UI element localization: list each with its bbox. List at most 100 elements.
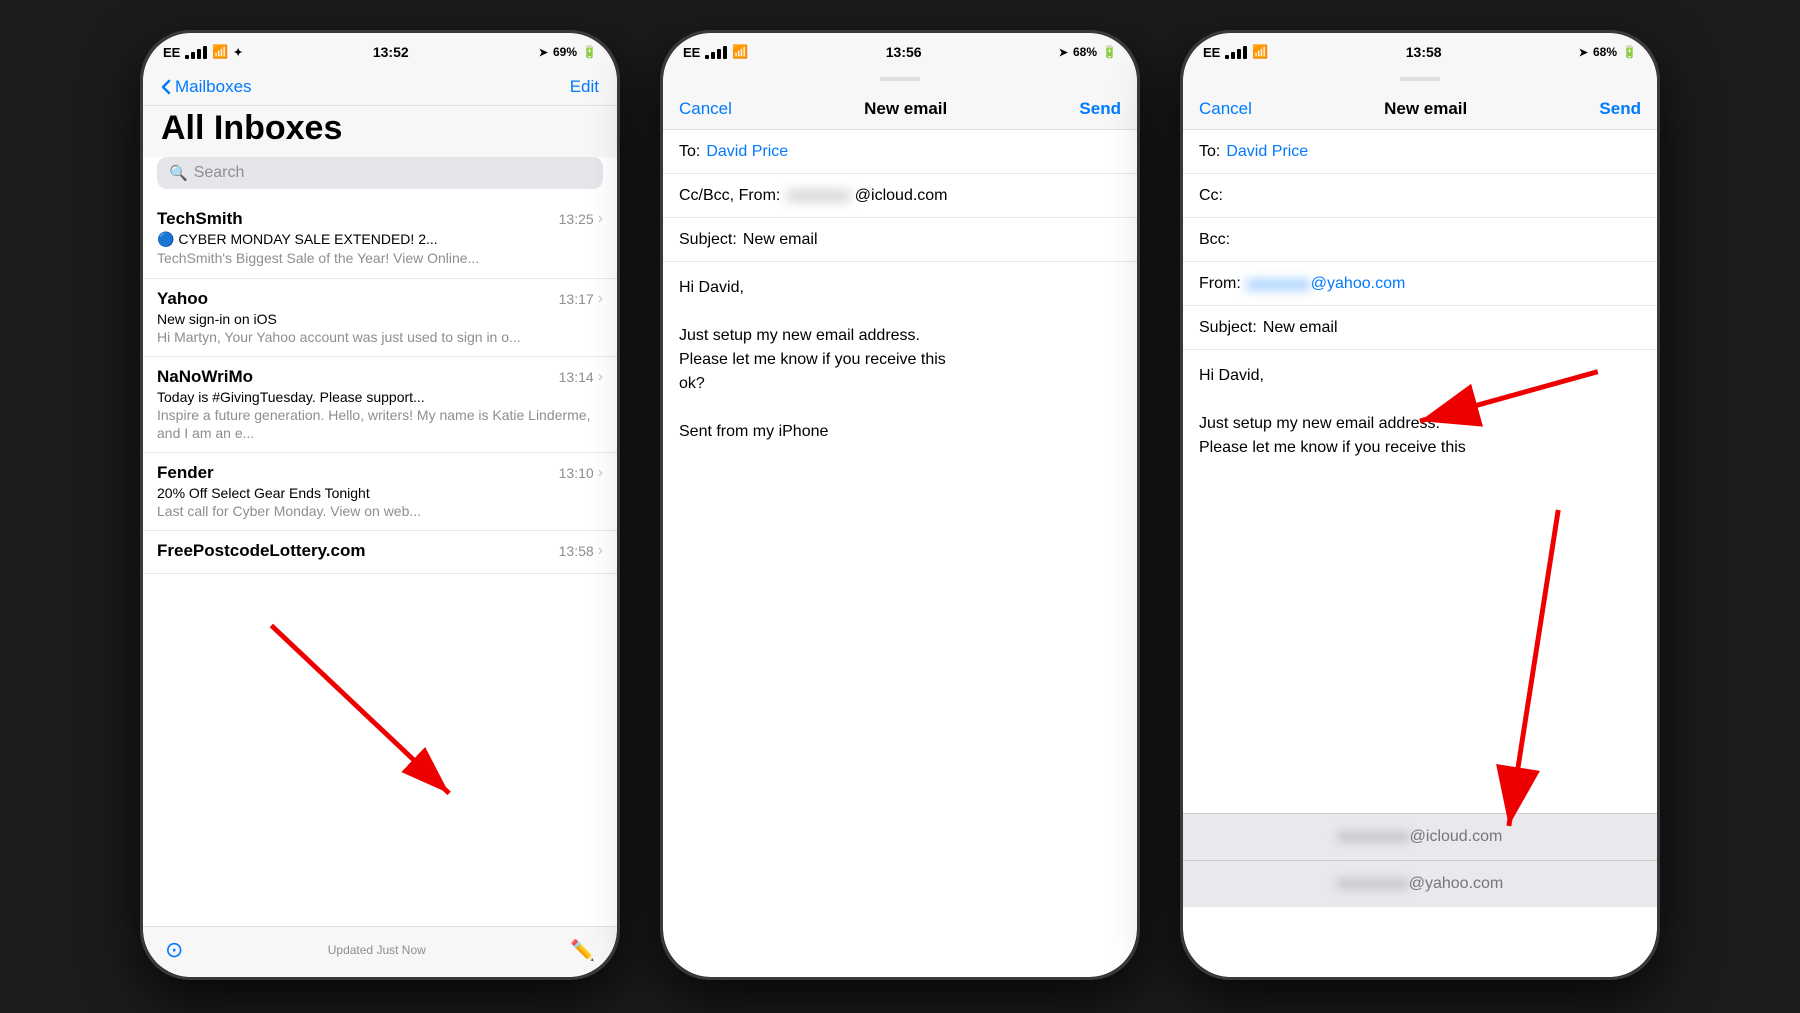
email-item-5[interactable]: FreePostcodeLottery.com 13:58 › xyxy=(143,531,617,574)
status-bar-2: EE 📶 13:56 ➤ 68% 🔋 xyxy=(663,33,1137,69)
compose-content-2: To: David Price Cc/Bcc, From: xxxxxxxx @… xyxy=(663,130,1137,977)
compose-nav-3: Cancel New email Send xyxy=(1183,89,1657,130)
email-item-1[interactable]: TechSmith 13:25 › 🔵 CYBER MONDAY SALE EX… xyxy=(143,199,617,278)
from-field-3[interactable]: From: yyyyyyyy@yahoo.com xyxy=(1183,262,1657,306)
location-icon-1: ✦ xyxy=(234,46,243,59)
chevron-1: › xyxy=(598,210,603,228)
send-button-3[interactable]: Send xyxy=(1599,99,1641,119)
email-list: TechSmith 13:25 › 🔵 CYBER MONDAY SALE EX… xyxy=(143,199,617,926)
status-left-1: EE 📶 ✦ xyxy=(163,44,243,60)
subject-4: 20% Off Select Gear Ends Tonight xyxy=(157,485,603,501)
subject-1: 🔵 CYBER MONDAY SALE EXTENDED! 2... xyxy=(157,231,603,248)
to-value-3[interactable]: David Price xyxy=(1226,143,1641,161)
search-icon: 🔍 xyxy=(169,164,188,182)
dropdown-icloud[interactable]: xxxxxxxxx xyxy=(1338,828,1410,846)
status-left-2: EE 📶 xyxy=(683,44,749,60)
to-field-2[interactable]: To: David Price xyxy=(663,130,1137,174)
time-3: 13:58 xyxy=(1406,44,1442,60)
cc-label-2: Cc/Bcc, From: xyxy=(679,187,780,205)
drag-handle-2 xyxy=(880,77,920,81)
chevron-4: › xyxy=(598,464,603,482)
cc-field-3[interactable]: Cc: xyxy=(1183,174,1657,218)
signal-bars-3 xyxy=(1225,46,1247,59)
compose-title-3: New email xyxy=(1384,99,1467,119)
battery-icon-1: 🔋 xyxy=(582,45,597,59)
edit-button-1[interactable]: Edit xyxy=(570,77,599,97)
carrier-label-3: EE xyxy=(1203,45,1220,60)
subject-value-2[interactable]: New email xyxy=(743,231,1121,249)
cc-value-2: xxxxxxxx @icloud.com xyxy=(786,187,1121,205)
sender-4: Fender xyxy=(157,463,214,483)
filter-icon[interactable]: ⊙ xyxy=(165,937,183,963)
back-button-1[interactable]: Mailboxes xyxy=(161,77,252,97)
from-label-3: From: xyxy=(1199,275,1241,293)
battery-icon-3: 🔋 xyxy=(1622,45,1637,59)
email-blurred-2: xxxxxxxx xyxy=(786,187,850,205)
status-right-2: ➤ 68% 🔋 xyxy=(1059,45,1117,59)
chevron-5: › xyxy=(598,542,603,560)
search-bar[interactable]: 🔍 Search xyxy=(157,157,603,189)
phone-3: EE 📶 13:58 ➤ 68% 🔋 xyxy=(1180,30,1660,980)
location-arrow-3: ➤ xyxy=(1579,46,1588,59)
wifi-icon-3: 📶 xyxy=(1252,44,1268,60)
sender-2: Yahoo xyxy=(157,289,208,309)
send-button-2[interactable]: Send xyxy=(1079,99,1121,119)
subject-2: New sign-in on iOS xyxy=(157,311,603,327)
time-2: 13:56 xyxy=(886,44,922,60)
sender-5: FreePostcodeLottery.com xyxy=(157,541,365,561)
body-text-3: Hi David, Just setup my new email addres… xyxy=(1199,364,1641,460)
cancel-button-2[interactable]: Cancel xyxy=(679,99,732,119)
to-label-3: To: xyxy=(1199,143,1220,161)
bcc-field-3[interactable]: Bcc: xyxy=(1183,218,1657,262)
subject-field-3[interactable]: Subject: New email xyxy=(1183,306,1657,350)
chevron-3: › xyxy=(598,368,603,386)
preview-2: Hi Martyn, Your Yahoo account was just u… xyxy=(157,328,603,346)
tab-bar-1: ⊙ Updated Just Now ✏️ xyxy=(143,926,617,977)
dropdown-yahoo[interactable]: xxxxxxxxx xyxy=(1337,875,1409,893)
cc-field-2[interactable]: Cc/Bcc, From: xxxxxxxx @icloud.com xyxy=(663,174,1137,218)
search-placeholder: Search xyxy=(194,164,245,182)
to-field-3[interactable]: To: David Price xyxy=(1183,130,1657,174)
wifi-icon-1: 📶 xyxy=(212,44,228,60)
yahoo-email-blurred: yyyyyyyy xyxy=(1247,275,1311,293)
status-right-1: ➤ 69% 🔋 xyxy=(539,45,597,59)
subject-field-2[interactable]: Subject: New email xyxy=(663,218,1137,262)
signal-bars-1 xyxy=(185,46,207,59)
status-left-3: EE 📶 xyxy=(1203,44,1269,60)
email-item-4[interactable]: Fender 13:10 › 20% Off Select Gear Ends … xyxy=(143,453,617,531)
phone-2: EE 📶 13:56 ➤ 68% 🔋 xyxy=(660,30,1140,980)
status-bar-3: EE 📶 13:58 ➤ 68% 🔋 xyxy=(1183,33,1657,69)
sender-3: NaNoWriMo xyxy=(157,367,253,387)
carrier-label-2: EE xyxy=(683,45,700,60)
battery-icon-2: 🔋 xyxy=(1102,45,1117,59)
body-text-2: Hi David, Just setup my new email addres… xyxy=(679,276,1121,444)
signal-bars-2 xyxy=(705,46,727,59)
drag-handle-3 xyxy=(1400,77,1440,81)
dropdown-yahoo-domain[interactable]: @yahoo.com xyxy=(1409,875,1504,892)
time-2: 13:17 xyxy=(559,291,594,307)
chevron-2: › xyxy=(598,290,603,308)
compose-icon[interactable]: ✏️ xyxy=(570,938,595,963)
email-item-2[interactable]: Yahoo 13:17 › New sign-in on iOS Hi Mart… xyxy=(143,279,617,357)
dropdown-icloud-domain[interactable]: @icloud.com xyxy=(1410,828,1503,845)
subject-value-3[interactable]: New email xyxy=(1263,319,1641,337)
time-4: 13:10 xyxy=(559,465,594,481)
subject-label-3: Subject: xyxy=(1199,319,1257,337)
cc-label-3: Cc: xyxy=(1199,187,1223,205)
to-value-2[interactable]: David Price xyxy=(706,143,1121,161)
inbox-title-bar: All Inboxes xyxy=(143,106,617,157)
inbox-title: All Inboxes xyxy=(161,110,599,147)
time-5: 13:58 xyxy=(559,543,594,559)
location-arrow-2: ➤ xyxy=(1059,46,1068,59)
compose-body-2[interactable]: Hi David, Just setup my new email addres… xyxy=(663,262,1137,977)
subject-label-2: Subject: xyxy=(679,231,737,249)
back-label-1[interactable]: Mailboxes xyxy=(175,77,252,97)
bcc-label-3: Bcc: xyxy=(1199,231,1230,249)
email-item-3[interactable]: NaNoWriMo 13:14 › Today is #GivingTuesda… xyxy=(143,357,617,453)
battery-3: 68% xyxy=(1593,45,1617,59)
carrier-label-1: EE xyxy=(163,45,180,60)
from-value-3: yyyyyyyy@yahoo.com xyxy=(1247,275,1641,293)
cancel-button-3[interactable]: Cancel xyxy=(1199,99,1252,119)
phone-1: EE 📶 ✦ 13:52 ➤ 69% 🔋 xyxy=(140,30,620,980)
compose-title-2: New email xyxy=(864,99,947,119)
